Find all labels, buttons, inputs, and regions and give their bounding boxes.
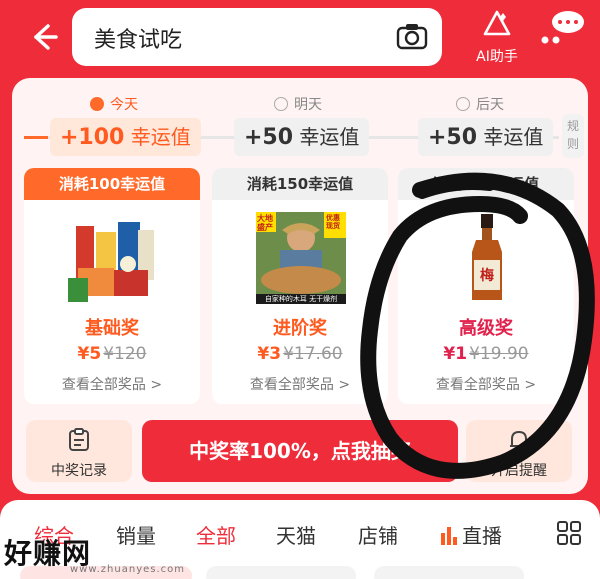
view-all-prizes-link[interactable]: 查看全部奖品 > [398, 374, 574, 394]
view-all-prizes-link[interactable]: 查看全部奖品 > [212, 374, 388, 394]
day-after-tomorrow[interactable]: 后天 [456, 94, 504, 114]
ai-assistant-label: AI助手 [476, 49, 518, 65]
card-cost: 消耗300幸运值 [398, 168, 574, 200]
ai-assistant-icon [482, 10, 512, 42]
image-label-top-left: 大地盛产 [257, 214, 273, 232]
record-label: 中奖记录 [51, 463, 107, 479]
prize-card-advanced[interactable]: 消耗150幸运值 大地盛产 优惠现货 自家种的木耳 无干燥剂 进阶奖 ¥3 ¥17… [212, 168, 388, 404]
search-input[interactable]: 美食试吃 [94, 22, 182, 54]
reward-after-tomorrow: +50 幸运值 [418, 118, 554, 156]
prize-price: ¥5 ¥120 [77, 344, 147, 364]
check-icon [90, 97, 104, 111]
day-today[interactable]: 今天 [90, 94, 138, 114]
reminder-button[interactable]: 开启提醒 [466, 420, 572, 482]
radio-icon [274, 97, 288, 111]
tab-all[interactable]: 全部 [196, 520, 236, 549]
card-cost: 消耗150幸运值 [212, 168, 388, 200]
camera-icon[interactable] [396, 22, 428, 52]
watermark: 好赚网 www.zhuanyes.com [4, 537, 186, 575]
liquor-bottle-image: 梅 [442, 212, 532, 304]
prize-card-premium[interactable]: 消耗300幸运值 梅 高级奖 ¥1 ¥19.90 查看全部奖品 > [398, 168, 574, 404]
radio-icon [456, 97, 470, 111]
live-bars-icon [440, 525, 458, 550]
tab-shop[interactable]: 店铺 [358, 520, 398, 549]
card-cost: 消耗100幸运值 [24, 168, 200, 200]
prize-title: 基础奖 [85, 318, 139, 339]
filter-chip[interactable] [206, 566, 356, 579]
svg-text:梅: 梅 [480, 267, 494, 284]
prize-record-button[interactable]: 中奖记录 [26, 420, 132, 482]
day-tomorrow[interactable]: 明天 [274, 94, 322, 114]
prize-price: ¥3 ¥17.60 [257, 344, 343, 364]
view-all-prizes-link[interactable]: 查看全部奖品 > [24, 374, 200, 394]
rule-button[interactable]: 规则 [562, 114, 584, 158]
prize-title: 进阶奖 [273, 318, 327, 339]
prize-title: 高级奖 [459, 318, 513, 339]
reminder-label: 开启提醒 [491, 463, 547, 479]
tab-tmall[interactable]: 天猫 [276, 520, 316, 549]
progress-fill [24, 136, 48, 139]
draw-button[interactable]: 中奖率100%，点我抽奖 [142, 420, 458, 482]
mushroom-product-image: 大地盛产 优惠现货 自家种的木耳 无干燥剂 [256, 212, 346, 304]
ai-assistant-button[interactable]: AI助手 [470, 10, 524, 68]
image-label-top-right: 优惠现货 [326, 214, 340, 230]
reward-tomorrow: +50 幸运值 [234, 118, 370, 156]
reward-today: +100 幸运值 [50, 118, 201, 156]
snack-gift-image [68, 212, 158, 304]
grid-icon[interactable] [556, 520, 582, 546]
tab-sales[interactable]: 销量 [116, 520, 156, 549]
tab-live[interactable]: 直播 [440, 520, 502, 550]
more-icon[interactable] [538, 6, 586, 54]
image-caption: 自家种的木耳 无干燥剂 [264, 295, 338, 303]
record-icon [26, 428, 132, 456]
prize-card-basic[interactable]: 消耗100幸运值 基础奖 ¥5 ¥120 查看全部奖品 > [24, 168, 200, 404]
search-box[interactable]: 美食试吃 [72, 8, 442, 66]
prize-price: ¥1 ¥19.90 [443, 344, 529, 364]
filter-chip[interactable] [374, 566, 524, 579]
bell-icon [466, 428, 572, 456]
back-arrow-icon[interactable] [26, 20, 60, 54]
